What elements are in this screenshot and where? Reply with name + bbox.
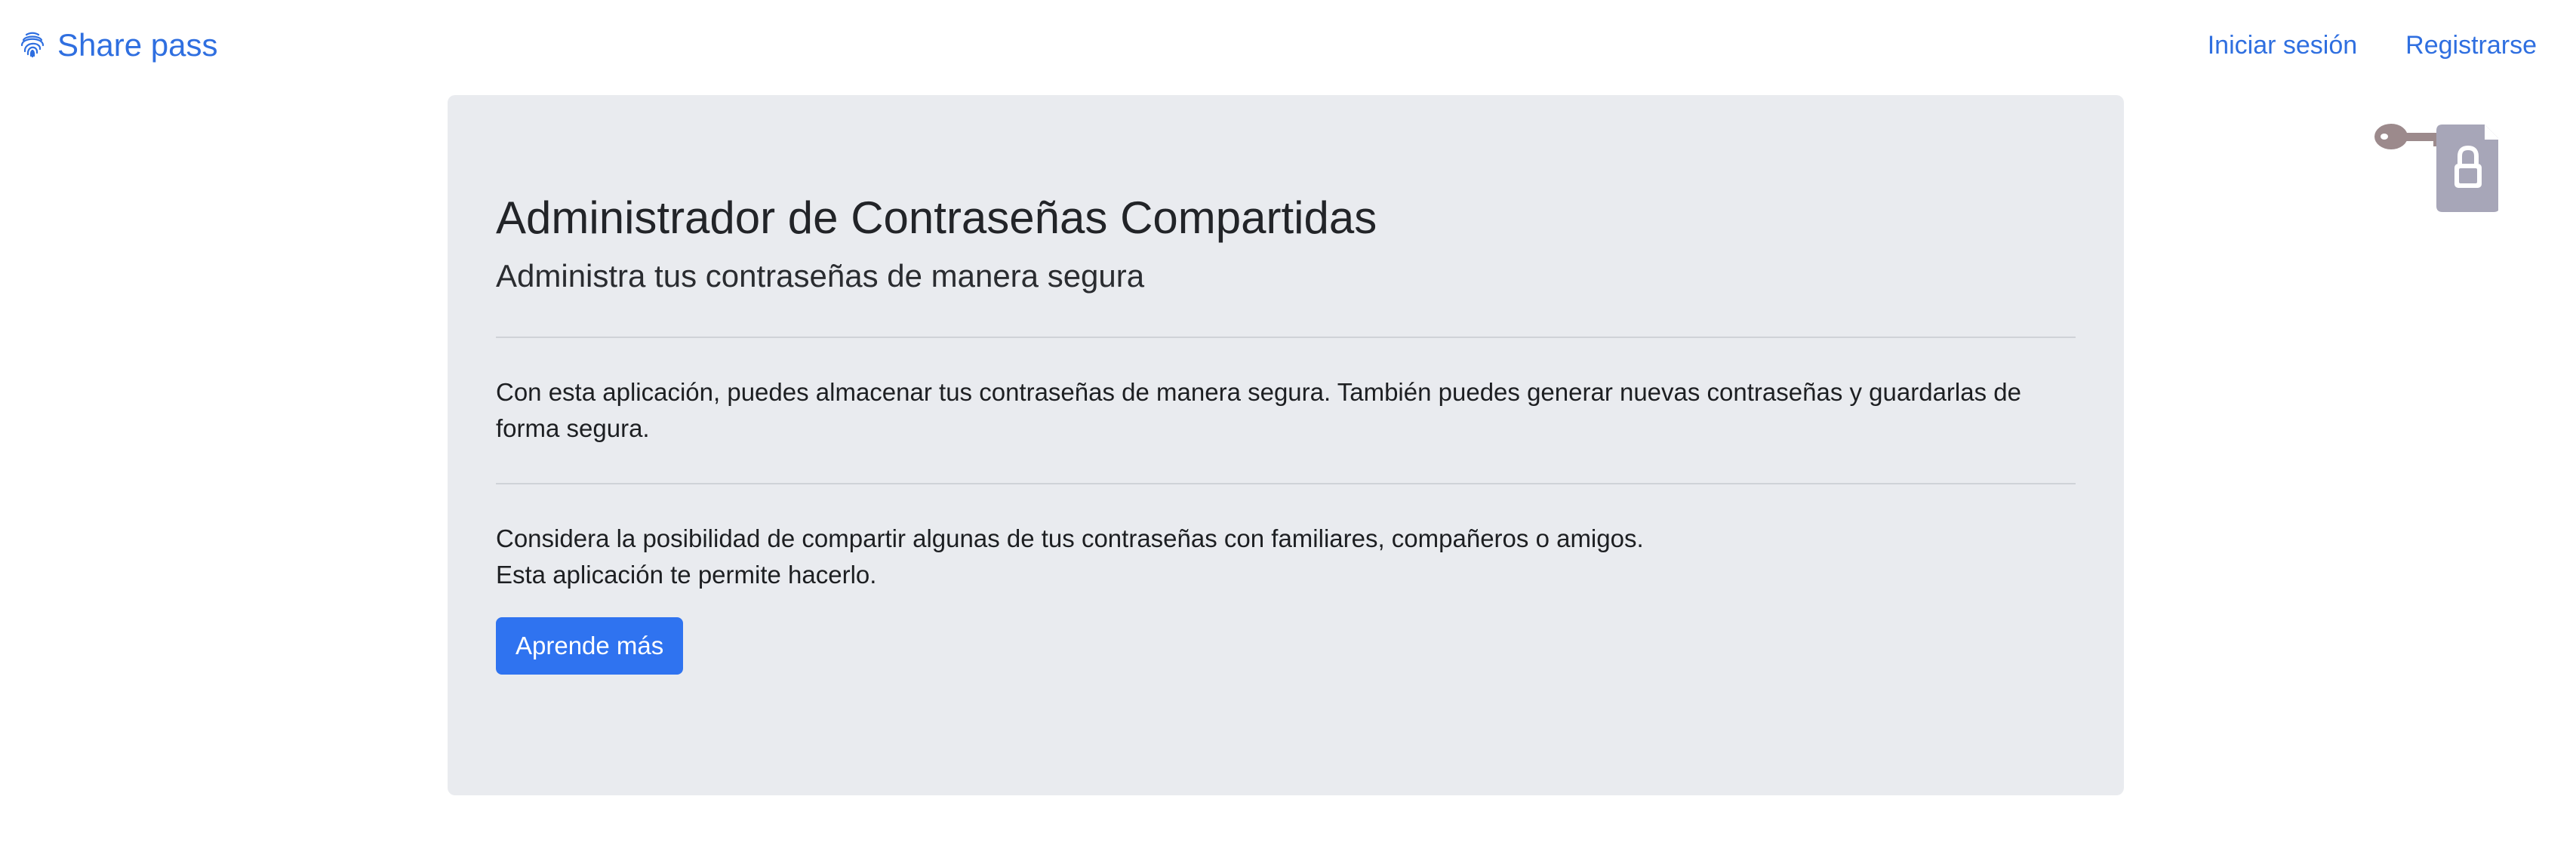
fingerprint-icon [18,31,47,60]
brand-link[interactable]: Share pass [18,21,217,69]
security-illustration [2374,117,2500,212]
divider [496,337,2076,338]
divider [496,483,2076,484]
page-subtitle: Administra tus contraseñas de manera seg… [496,258,1145,294]
login-link[interactable]: Iniciar sesión [2208,23,2357,68]
brand-label: Share pass [57,27,218,63]
key-icon [2374,124,2445,149]
navbar: Share pass Iniciar sesión Registrarse [0,0,2576,91]
learn-more-button[interactable]: Aprende más [496,617,684,675]
share-paragraph: Considera la posibilidad de compartir al… [496,521,2076,593]
share-paragraph-line-2: Esta aplicación te permite hacerlo. [496,561,877,589]
page-title: Administrador de Contraseñas Compartidas [496,192,1377,243]
hero-card: Administrador de Contraseñas Compartidas… [448,95,2124,795]
register-link[interactable]: Registrarse [2405,23,2537,68]
description-paragraph: Con esta aplicación, puedes almacenar tu… [496,378,2021,442]
nav-links: Iniciar sesión Registrarse [2159,23,2537,68]
share-paragraph-line-1: Considera la posibilidad de compartir al… [496,524,1644,552]
locked-file-icon [2436,125,2500,212]
